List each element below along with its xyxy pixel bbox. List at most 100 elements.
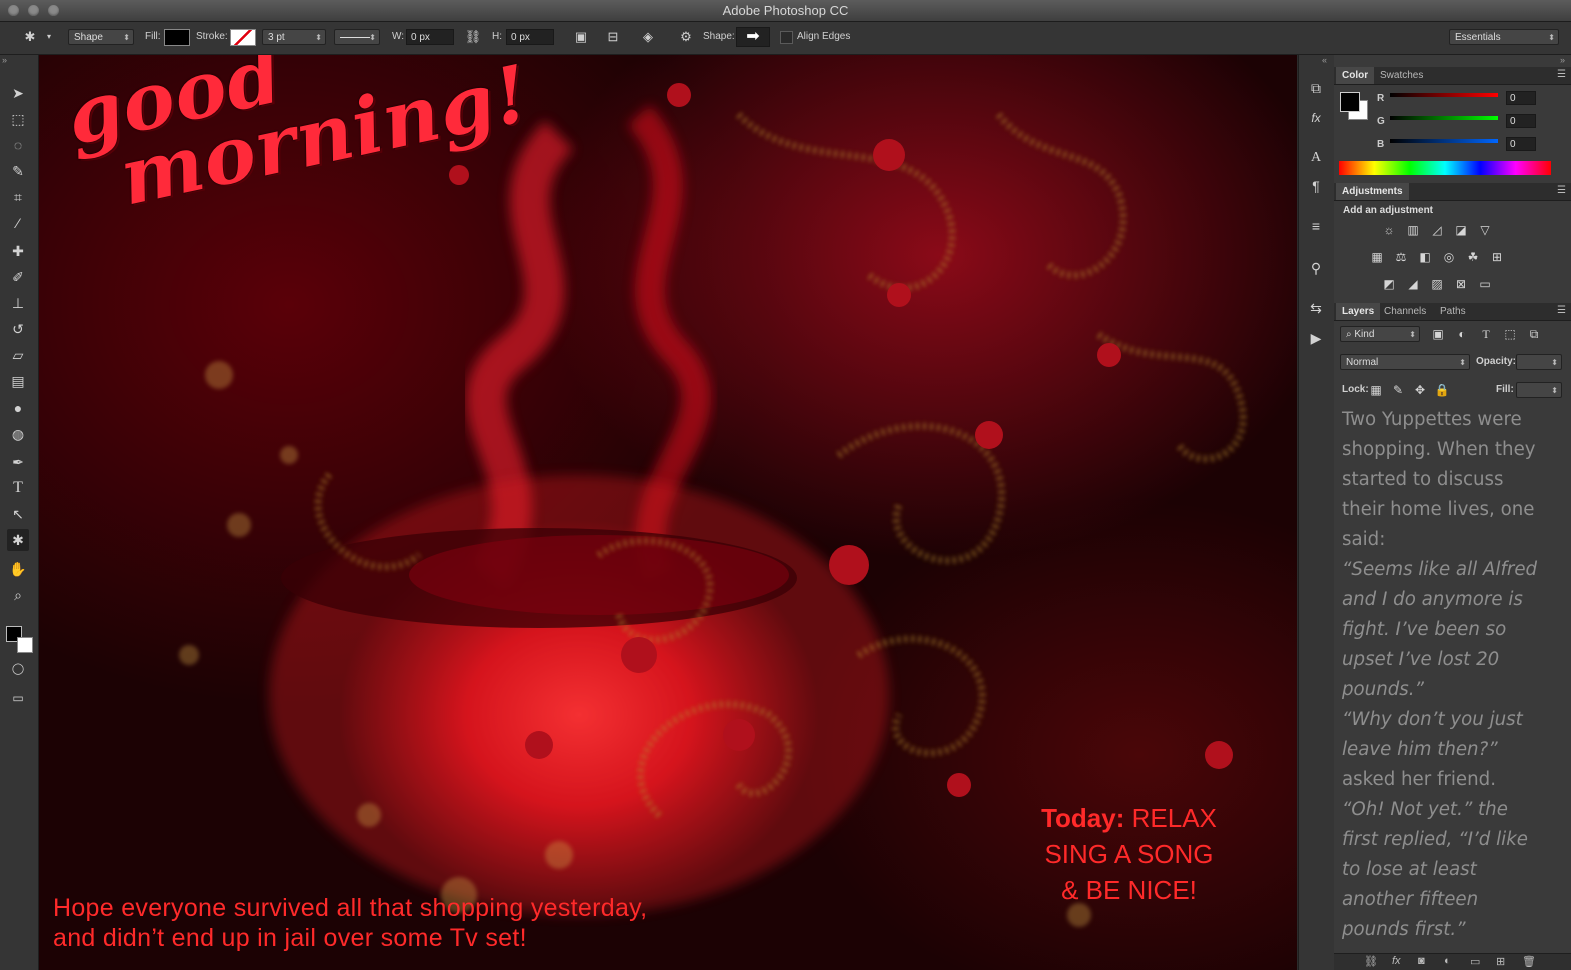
- g-field[interactable]: 0: [1506, 114, 1536, 128]
- screen-mode-icon[interactable]: ▭: [7, 687, 29, 709]
- timeline-icon[interactable]: ⇆: [1305, 297, 1327, 319]
- expand-panels-icon[interactable]: »: [1560, 55, 1565, 65]
- properties-panel-icon[interactable]: ≡: [1305, 215, 1327, 237]
- move-tool-icon[interactable]: ➤: [7, 82, 29, 104]
- fill-swatch[interactable]: [164, 29, 190, 46]
- collapse-icon[interactable]: »: [2, 55, 7, 65]
- r-slider[interactable]: [1390, 93, 1498, 97]
- filter-shape-icon[interactable]: ⬚: [1502, 326, 1518, 342]
- vibrance-icon[interactable]: ▽: [1477, 222, 1493, 238]
- dodge-tool-icon[interactable]: ◍: [7, 423, 29, 445]
- color-balance-icon[interactable]: ⚖: [1393, 249, 1409, 265]
- filter-smart-object-icon[interactable]: ⧉: [1526, 326, 1542, 342]
- tab-swatches[interactable]: Swatches: [1374, 67, 1429, 84]
- document-canvas[interactable]: good morning! Today: RELAX SING A SONG &…: [39, 55, 1297, 970]
- type-tool-icon[interactable]: T: [7, 477, 29, 499]
- lock-all-icon[interactable]: 🔒: [1434, 382, 1450, 398]
- styles-panel-icon[interactable]: fx: [1305, 107, 1327, 129]
- align-edges-checkbox[interactable]: [780, 31, 793, 44]
- history-brush-tool-icon[interactable]: ↺: [7, 318, 29, 340]
- paragraph-panel-icon[interactable]: ¶: [1305, 175, 1327, 197]
- link-layers-icon[interactable]: ⛓: [1364, 955, 1378, 968]
- chevron-down-icon[interactable]: ▾: [44, 29, 54, 45]
- tool-mode-select[interactable]: Shape: [68, 29, 134, 46]
- color-lookup-icon[interactable]: ⊞: [1489, 249, 1505, 265]
- b-field[interactable]: 0: [1506, 137, 1536, 151]
- r-field[interactable]: 0: [1506, 91, 1536, 105]
- tab-layers[interactable]: Layers: [1336, 303, 1381, 320]
- exposure-icon[interactable]: ◪: [1453, 222, 1469, 238]
- brush-tool-icon[interactable]: ✐: [7, 266, 29, 288]
- marquee-tool-icon[interactable]: ⬚: [7, 108, 29, 130]
- color-spectrum-ramp[interactable]: [1339, 161, 1551, 175]
- g-slider[interactable]: [1390, 116, 1498, 120]
- link-icon[interactable]: ⛓: [464, 29, 482, 45]
- shape-picker[interactable]: ➡: [736, 27, 770, 47]
- panel-menu-icon[interactable]: ☰: [1557, 69, 1566, 80]
- custom-shape-tool-icon[interactable]: ✱: [7, 529, 29, 551]
- background-color-swatch[interactable]: [17, 637, 33, 653]
- opacity-field[interactable]: [1516, 354, 1562, 371]
- photo-filter-icon[interactable]: ◎: [1441, 249, 1457, 265]
- clone-stamp-tool-icon[interactable]: ⊥: [7, 292, 29, 314]
- lock-pixels-icon[interactable]: ✎: [1390, 382, 1406, 398]
- black-white-icon[interactable]: ◧: [1417, 249, 1433, 265]
- quick-mask-icon[interactable]: ◯: [7, 658, 29, 680]
- stroke-type-select[interactable]: [334, 29, 380, 46]
- gear-icon[interactable]: ⚙: [677, 29, 695, 45]
- channel-mixer-icon[interactable]: ☘: [1465, 249, 1481, 265]
- new-adjustment-icon[interactable]: ◐: [1444, 955, 1451, 967]
- trash-icon[interactable]: 🗑: [1522, 955, 1536, 968]
- hue-saturation-icon[interactable]: ▦: [1369, 249, 1385, 265]
- blend-mode-select[interactable]: Normal: [1340, 354, 1470, 371]
- path-operations-icon[interactable]: ▣: [572, 29, 590, 45]
- filter-pixel-icon[interactable]: ▣: [1430, 326, 1446, 342]
- hand-tool-icon[interactable]: ✋: [7, 558, 29, 580]
- curves-icon[interactable]: ◿: [1429, 222, 1445, 238]
- healing-brush-tool-icon[interactable]: ✚: [7, 240, 29, 262]
- tab-color[interactable]: Color: [1336, 67, 1375, 84]
- tab-paths[interactable]: Paths: [1434, 303, 1472, 320]
- filter-adjustment-icon[interactable]: ◐: [1454, 326, 1470, 342]
- tool-presets-icon[interactable]: ⚲: [1305, 257, 1327, 279]
- custom-shape-preset-icon[interactable]: ✱: [20, 29, 40, 45]
- path-select-tool-icon[interactable]: ↖: [7, 503, 29, 525]
- character-panel-icon[interactable]: A: [1305, 147, 1327, 169]
- threshold-icon[interactable]: ▨: [1429, 276, 1445, 292]
- layer-filter-kind[interactable]: ⌕ Kind: [1340, 326, 1420, 343]
- adjustments-menu-icon[interactable]: ☰: [1557, 185, 1566, 196]
- selective-color-icon[interactable]: ⊠: [1453, 276, 1469, 292]
- stroke-swatch[interactable]: [230, 29, 256, 46]
- filter-type-icon[interactable]: T: [1478, 326, 1494, 342]
- tab-channels[interactable]: Channels: [1378, 303, 1432, 320]
- pen-tool-icon[interactable]: ✒: [7, 451, 29, 473]
- levels-icon[interactable]: ▥: [1405, 222, 1421, 238]
- fill-field[interactable]: [1516, 382, 1562, 399]
- blur-tool-icon[interactable]: ●: [7, 397, 29, 419]
- lock-position-icon[interactable]: ✥: [1412, 382, 1428, 398]
- workspace-select[interactable]: Essentials: [1449, 29, 1559, 46]
- eyedropper-tool-icon[interactable]: ⁄: [7, 212, 29, 234]
- tab-adjustments[interactable]: Adjustments: [1336, 183, 1409, 200]
- zoom-tool-icon[interactable]: ⌕: [7, 584, 29, 606]
- posterize-icon[interactable]: ◢: [1405, 276, 1421, 292]
- b-slider[interactable]: [1390, 139, 1498, 143]
- lock-transparent-icon[interactable]: ▦: [1368, 382, 1384, 398]
- history-panel-icon[interactable]: ⧉: [1305, 77, 1327, 99]
- layers-menu-icon[interactable]: ☰: [1557, 305, 1566, 316]
- height-field[interactable]: 0 px: [506, 29, 554, 45]
- gradient-tool-icon[interactable]: ▤: [7, 370, 29, 392]
- new-group-icon[interactable]: ▭: [1470, 955, 1480, 968]
- path-arrangement-icon[interactable]: ◈: [638, 29, 658, 45]
- stroke-width-select[interactable]: 3 pt: [262, 29, 326, 46]
- new-layer-icon[interactable]: ⊞: [1496, 955, 1505, 968]
- lasso-tool-icon[interactable]: ◌: [7, 134, 29, 156]
- add-style-icon[interactable]: fx: [1392, 955, 1401, 967]
- width-field[interactable]: 0 px: [406, 29, 454, 45]
- add-mask-icon[interactable]: ◙: [1418, 955, 1425, 967]
- gradient-map-icon[interactable]: ▭: [1477, 276, 1493, 292]
- color-foreground-swatch[interactable]: [1340, 92, 1360, 112]
- crop-tool-icon[interactable]: ⌗: [7, 186, 29, 208]
- play-icon[interactable]: ▶: [1305, 327, 1327, 349]
- path-alignment-icon[interactable]: ⊟: [604, 29, 622, 45]
